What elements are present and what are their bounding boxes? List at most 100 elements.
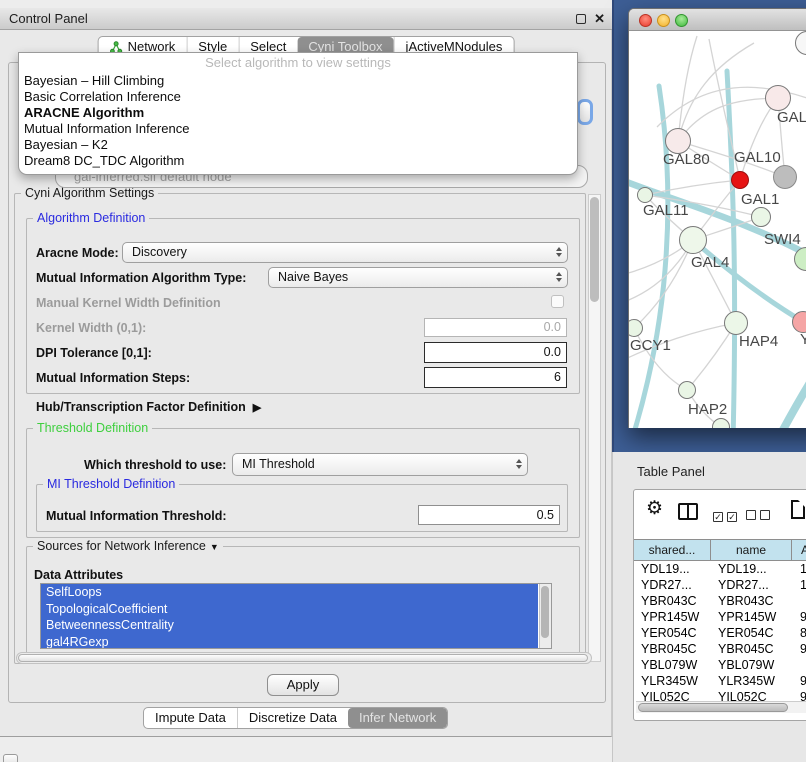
settings-horizontal-scrollbar[interactable] bbox=[16, 652, 592, 664]
data-attribute-item-selfloops[interactable]: SelfLoops bbox=[41, 584, 538, 601]
table-cell bbox=[792, 657, 806, 673]
node-label: SWI4 bbox=[764, 231, 801, 248]
column-header-3[interactable]: A bbox=[792, 540, 806, 560]
focused-control[interactable] bbox=[577, 99, 593, 125]
algorithm-option-dream8-dc-tdc-algorithm[interactable]: Dream8 DC_TDC Algorithm bbox=[19, 153, 577, 169]
network-node-gal1[interactable] bbox=[751, 207, 771, 227]
table-row[interactable]: YBR045CYBR045C9. bbox=[634, 641, 806, 657]
table-cell: YDL19... bbox=[634, 561, 711, 577]
network-node-gal4[interactable] bbox=[679, 226, 707, 254]
node-label: GAL1 bbox=[741, 191, 779, 208]
network-node-gal[interactable] bbox=[765, 85, 791, 111]
node-label: GAL80 bbox=[663, 151, 710, 168]
table-row[interactable]: YLR345WYLR345W9. bbox=[634, 673, 806, 689]
table-horizontal-scrollbar[interactable] bbox=[636, 701, 806, 713]
network-canvas[interactable]: GAL80GALGAL10GAL1GAL11SWI4GAL4GCY1HAP4YH… bbox=[629, 31, 806, 428]
algorithm-option-mutual-information-inference[interactable]: Mutual Information Inference bbox=[19, 121, 577, 137]
network-nodes-layer: GAL80GALGAL10GAL1GAL11SWI4GAL4GCY1HAP4YH… bbox=[629, 31, 806, 428]
data-attribute-items: SelfLoopsTopologicalCoefficientBetweenne… bbox=[41, 584, 551, 649]
mi-algorithm-type-combo[interactable]: Naive Bayes bbox=[268, 267, 568, 288]
expand-arrow-icon: ▶ bbox=[253, 402, 261, 414]
bottom-tab-bar: Impute DataDiscretize DataInfer Network bbox=[143, 707, 448, 729]
network-node-hap2[interactable] bbox=[678, 381, 696, 399]
scrollbar-thumb[interactable] bbox=[18, 654, 588, 662]
sources-group-title[interactable]: Sources for Network Inference▼ bbox=[33, 539, 223, 553]
table-row[interactable]: YDL19...YDL19...13 bbox=[634, 561, 806, 577]
table-cell: 9. bbox=[792, 609, 806, 625]
select-all-checkboxes-icon[interactable] bbox=[713, 507, 741, 525]
table-row[interactable]: YPR145WYPR145W9. bbox=[634, 609, 806, 625]
hub-definition-expander[interactable]: Hub/Transcription Factor Definition▶ bbox=[36, 400, 261, 414]
export-table-icon[interactable] bbox=[791, 500, 805, 519]
collapsed-panel-icon[interactable] bbox=[3, 754, 18, 762]
node-label: HAP2 bbox=[688, 401, 727, 418]
zoom-window-button[interactable] bbox=[675, 14, 688, 27]
table-cell: YBR043C bbox=[711, 593, 792, 609]
node-label: GAL4 bbox=[691, 254, 729, 271]
algorithm-option-bayesian-k2[interactable]: Bayesian – K2 bbox=[19, 137, 577, 153]
column-header-1[interactable]: shared... bbox=[634, 540, 711, 560]
minimize-window-button[interactable] bbox=[657, 14, 670, 27]
aracne-mode-value: Discovery bbox=[132, 245, 187, 259]
control-panel-titlebar: Control Panel ✕ bbox=[0, 8, 612, 30]
mi-steps-field[interactable]: 6 bbox=[424, 367, 567, 388]
float-window-icon[interactable] bbox=[576, 14, 586, 24]
algorithm-option-basic-correlation-inference[interactable]: Basic Correlation Inference bbox=[19, 89, 577, 105]
data-attribute-item-betweennesscentrality[interactable]: BetweennessCentrality bbox=[41, 617, 538, 634]
network-node-swi4[interactable] bbox=[794, 247, 806, 271]
table-cell: 12 bbox=[792, 577, 806, 593]
manual-kernel-width-checkbox bbox=[551, 295, 564, 308]
data-attribute-item-topologicalcoefficient[interactable]: TopologicalCoefficient bbox=[41, 601, 538, 618]
network-window-titlebar[interactable] bbox=[629, 9, 806, 31]
settings-gear-icon[interactable]: ⚙ bbox=[646, 499, 663, 519]
mi-threshold-label: Mutual Information Threshold: bbox=[46, 509, 227, 523]
column-layout-icon[interactable] bbox=[678, 503, 698, 520]
network-node-gal10[interactable] bbox=[773, 165, 797, 189]
algorithm-option-bayesian-hill-climbing[interactable]: Bayesian – Hill Climbing bbox=[19, 73, 577, 89]
algorithm-option-list: Bayesian – Hill ClimbingBasic Correlatio… bbox=[19, 73, 577, 169]
table-row[interactable]: YBR043CYBR043C bbox=[634, 593, 806, 609]
scrollbar-thumb[interactable] bbox=[541, 586, 549, 638]
dpi-tolerance-field[interactable]: 0.0 bbox=[424, 342, 567, 363]
network-node[interactable] bbox=[731, 171, 749, 189]
algorithm-combo-placeholder[interactable]: Select algorithm to view settings bbox=[19, 53, 577, 73]
node-label: GCY1 bbox=[630, 337, 671, 354]
deselect-all-checkboxes-icon[interactable] bbox=[746, 507, 774, 525]
table-cell: YDR27... bbox=[711, 577, 792, 593]
mi-threshold-field[interactable]: 0.5 bbox=[418, 505, 560, 525]
mi-algorithm-type-label: Mutual Information Algorithm Type: bbox=[36, 271, 246, 285]
network-node-hap4[interactable] bbox=[724, 311, 748, 335]
scrollbar-thumb[interactable] bbox=[590, 197, 599, 302]
settings-vertical-scrollbar[interactable] bbox=[588, 194, 601, 662]
group-title: Threshold Definition bbox=[33, 421, 152, 435]
which-threshold-combo[interactable]: MI Threshold bbox=[232, 453, 528, 476]
table-row[interactable]: YIL052CYIL052C9. bbox=[634, 689, 806, 701]
network-node-y[interactable] bbox=[792, 311, 806, 333]
close-panel-icon[interactable]: ✕ bbox=[594, 8, 605, 30]
column-header-2[interactable]: name bbox=[711, 540, 792, 560]
data-attribute-item-gal4rgexp[interactable]: gal4RGexp bbox=[41, 634, 538, 650]
algorithm-option-aracne-algorithm[interactable]: ARACNE Algorithm bbox=[19, 105, 577, 121]
table-cell: YER054C bbox=[711, 625, 792, 641]
table-row[interactable]: YDR27...YDR27...12 bbox=[634, 577, 806, 593]
aracne-mode-combo[interactable]: Discovery bbox=[122, 242, 568, 263]
attributes-vertical-scrollbar[interactable] bbox=[539, 584, 551, 648]
network-node[interactable] bbox=[712, 418, 730, 428]
dpi-tolerance-label: DPI Tolerance [0,1]: bbox=[36, 346, 152, 360]
tab-impute-data[interactable]: Impute Data bbox=[144, 708, 237, 728]
tab-discretize-data[interactable]: Discretize Data bbox=[237, 708, 348, 728]
table-row[interactable]: YER054CYER054C8. bbox=[634, 625, 806, 641]
close-window-button[interactable] bbox=[639, 14, 652, 27]
table-cell: 9. bbox=[792, 689, 806, 701]
network-node-gal11[interactable] bbox=[637, 187, 653, 203]
tab-infer-network[interactable]: Infer Network bbox=[348, 708, 447, 728]
network-node[interactable] bbox=[795, 31, 806, 55]
control-panel-window: Control Panel ✕ NetworkStyleSelectCyni T… bbox=[0, 8, 612, 737]
table-row[interactable]: YBL079WYBL079W bbox=[634, 657, 806, 673]
algorithm-dropdown: Select algorithm to view settings Bayesi… bbox=[18, 52, 578, 175]
data-attributes-list[interactable]: SelfLoopsTopologicalCoefficientBetweenne… bbox=[40, 583, 552, 649]
scrollbar-thumb[interactable] bbox=[638, 703, 788, 712]
network-node-gcy1[interactable] bbox=[629, 319, 643, 337]
table-cell: YBR045C bbox=[634, 641, 711, 657]
apply-button[interactable]: Apply bbox=[267, 674, 339, 696]
